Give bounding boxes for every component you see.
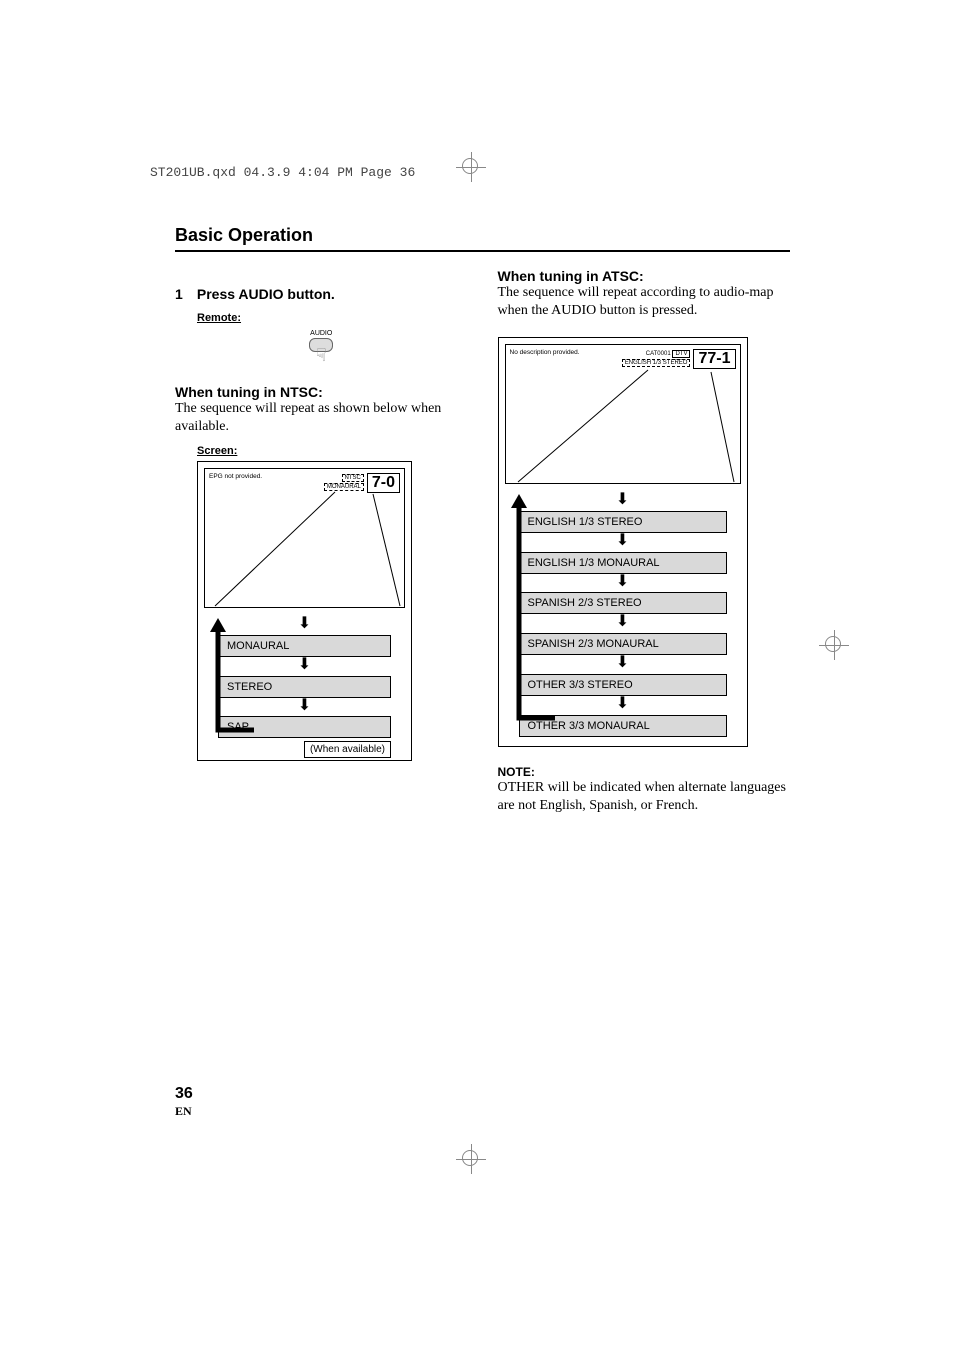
registration-mark-bottom — [462, 1150, 478, 1166]
zoom-callout-lines-icon — [205, 469, 405, 609]
remote-label: Remote: — [197, 312, 468, 324]
manual-page: Basic Operation 1 Press AUDIO button. Re… — [175, 225, 790, 820]
page-number: 36 — [175, 1085, 193, 1103]
loop-arrow-icon — [198, 612, 413, 762]
screen-label: Screen: — [197, 445, 468, 457]
registration-mark-right — [825, 636, 841, 652]
zoom-callout-lines-icon — [506, 345, 742, 485]
remote-button-label: AUDIO — [309, 330, 333, 337]
atsc-heading: When tuning in ATSC: — [498, 268, 791, 284]
loop-arrow-icon — [499, 488, 749, 748]
right-column: When tuning in ATSC: The sequence will r… — [498, 264, 791, 820]
step-1: 1 Press AUDIO button. — [175, 286, 468, 302]
press-hand-icon: ☟ — [309, 350, 333, 361]
ntsc-text: The sequence will repeat as shown below … — [175, 400, 468, 435]
step-text: Press AUDIO button. — [197, 286, 335, 302]
ntsc-screen-figure: EPG not provided. NTSC MONAURAL 7-0 — [197, 461, 412, 761]
step-number: 1 — [175, 286, 193, 302]
prepress-header: ST201UB.qxd 04.3.9 4:04 PM Page 36 — [150, 165, 415, 180]
note-text: OTHER will be indicated when alternate l… — [498, 779, 791, 814]
left-column: 1 Press AUDIO button. Remote: AUDIO ☟ Wh… — [175, 264, 468, 820]
note-label: NOTE: — [498, 765, 791, 779]
page-language: EN — [175, 1104, 192, 1119]
remote-audio-icon: AUDIO ☟ — [175, 330, 468, 366]
atsc-screen-figure: No description provided. CAT0001 DTV ENG… — [498, 337, 748, 747]
ntsc-screen: EPG not provided. NTSC MONAURAL 7-0 — [204, 468, 405, 608]
section-title: Basic Operation — [175, 225, 790, 252]
ntsc-heading: When tuning in NTSC: — [175, 384, 468, 400]
atsc-text: The sequence will repeat according to au… — [498, 284, 791, 319]
registration-mark-top — [462, 158, 478, 174]
atsc-screen: No description provided. CAT0001 DTV ENG… — [505, 344, 741, 484]
